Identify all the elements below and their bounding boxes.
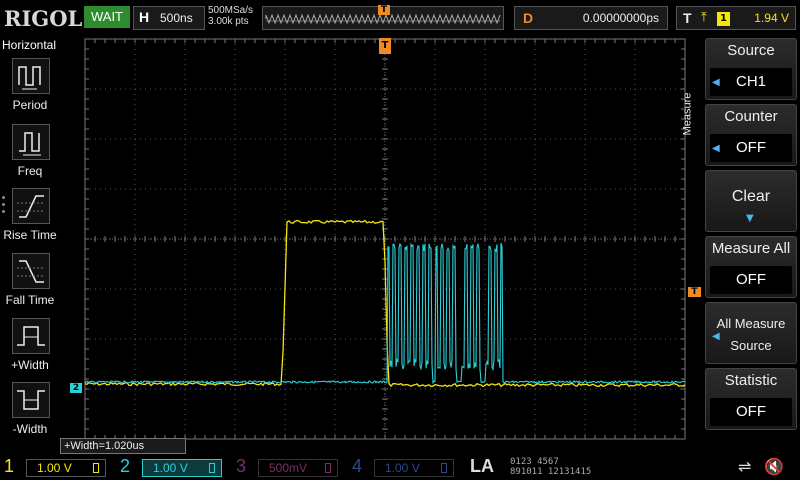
measure-rise-time-button[interactable]: Rise Time <box>0 188 60 252</box>
menu-clear[interactable]: Clear ▼ <box>705 170 797 232</box>
frequency-icon <box>12 124 50 160</box>
sample-rate: 500MSa/s <box>208 5 254 16</box>
horizontal-measure-panel: Horizontal Period Freq Rise Time Fall Ti… <box>0 36 60 456</box>
period-icon <box>12 58 50 94</box>
delay-box[interactable]: D 0.00000000ps <box>514 6 668 30</box>
menu-title-vertical: Measure <box>681 92 694 136</box>
delay-value: 0.00000000ps <box>582 11 659 25</box>
counter-value: OFF <box>710 134 792 162</box>
left-panel-title: Horizontal <box>2 38 57 52</box>
menu-measure-all[interactable]: Measure All OFF <box>705 236 797 298</box>
left-arrow-icon: ◀ <box>712 77 720 88</box>
measurement-result: +Width=1.020us <box>60 438 186 454</box>
trigger-key: T <box>683 10 692 26</box>
measure-period-button[interactable]: Period <box>0 58 60 122</box>
channel-4-scale: 1.00 V <box>385 461 420 475</box>
menu-counter[interactable]: Counter OFF ◀ <box>705 104 797 166</box>
measure-all-value: OFF <box>710 266 792 294</box>
left-arrow-icon: ◀ <box>712 331 720 342</box>
top-status-bar: RIGOL WAIT H 500ns 500MSa/s 3.00k pts T … <box>0 0 800 36</box>
measure-fall-time-button[interactable]: Fall Time <box>0 253 60 317</box>
trigger-position-marker: T <box>378 5 390 15</box>
statistic-value: OFF <box>710 398 792 426</box>
negative-width-icon <box>12 382 50 418</box>
delay-key: D <box>523 10 534 26</box>
trigger-box[interactable]: T ⤒ 1 1.94 V <box>676 6 796 30</box>
run-status-badge[interactable]: WAIT <box>84 6 130 28</box>
coupling-icon <box>441 463 447 473</box>
sample-rate-info: 500MSa/s 3.00k pts <box>208 5 253 27</box>
measure-positive-width-button[interactable]: +Width <box>0 318 60 382</box>
horizontal-key: H <box>139 9 150 25</box>
channel-3-scale: 500mV <box>269 461 308 475</box>
logic-analyzer-status[interactable]: LA 0123 4567 891011 12131415 <box>460 456 600 480</box>
horizontal-scale-box[interactable]: H 500ns <box>133 6 205 30</box>
fall-time-icon <box>12 253 50 289</box>
speaker-muted-icon[interactable]: 🔇 <box>764 457 784 476</box>
menu-all-measure-source[interactable]: All Measure Source ◀ <box>705 302 797 364</box>
coupling-icon <box>93 463 99 473</box>
la-channel-grid: 0123 4567 891011 12131415 <box>510 457 592 477</box>
trigger-source-badge: 1 <box>717 12 730 26</box>
horizontal-scale-value: 500ns <box>160 11 193 25</box>
menu-statistic[interactable]: Statistic OFF <box>705 368 797 430</box>
source-value: CH1 <box>710 68 792 96</box>
menu-source[interactable]: Source CH1 ◀ <box>705 38 797 100</box>
coupling-icon <box>325 463 331 473</box>
memory-depth: 3.00k pts <box>208 16 249 27</box>
channel-2-scale: 1.00 V <box>153 461 188 475</box>
ch2-offset-marker[interactable]: 2 <box>70 383 82 393</box>
rising-edge-icon: ⤒ <box>701 10 707 25</box>
measure-freq-button[interactable]: Freq <box>0 124 60 188</box>
waveform-traces <box>84 219 686 388</box>
trigger-time-marker[interactable]: T <box>379 38 391 54</box>
measure-menu: Measure Source CH1 ◀ Counter OFF ◀ Clear… <box>681 38 800 438</box>
usb-icon: ⇌ <box>738 457 752 476</box>
coupling-icon <box>209 463 215 473</box>
rise-time-icon <box>12 188 50 224</box>
positive-width-icon <box>12 318 50 354</box>
waveform-display[interactable] <box>84 38 686 440</box>
left-arrow-icon: ◀ <box>712 143 720 154</box>
down-arrow-icon: ▼ <box>746 213 754 224</box>
brand-logo: RIGOL <box>4 6 83 31</box>
trigger-level-value: 1.94 V <box>754 11 789 25</box>
measure-negative-width-button[interactable]: -Width <box>0 382 60 446</box>
channel-status-bar: 1 1.00 V 2 1.00 V 3 500mV 4 1.00 V LA 01… <box>0 456 800 480</box>
channel-1-scale: 1.00 V <box>37 461 72 475</box>
ch1-trace <box>84 219 686 388</box>
